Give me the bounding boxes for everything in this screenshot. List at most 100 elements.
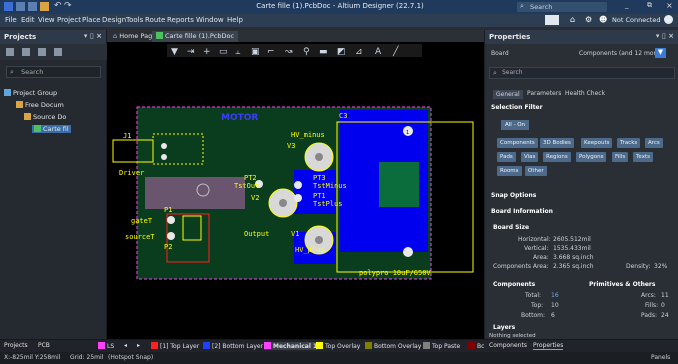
- density-label: Density:: [626, 263, 651, 270]
- filter-fills[interactable]: Fills: [612, 152, 629, 162]
- screen-icon[interactable]: [545, 15, 559, 25]
- save-all-icon[interactable]: [28, 2, 37, 11]
- menu-project[interactable]: Project: [57, 16, 81, 24]
- panel-tab-components[interactable]: Components: [489, 342, 527, 349]
- panel-menu-icon[interactable]: ▾ ▯ ×: [656, 32, 674, 40]
- line-icon[interactable]: ╱: [392, 45, 399, 57]
- panel-tab-pcb[interactable]: PCB: [38, 342, 50, 349]
- layer-scroll-left-icon[interactable]: ◂: [124, 342, 127, 349]
- undo-icon[interactable]: ↶: [54, 1, 62, 11]
- gear-icon[interactable]: ⚙: [585, 15, 592, 24]
- projects-search-input[interactable]: ⌕ Search: [6, 66, 101, 78]
- filter-keepouts[interactable]: Keepouts: [581, 138, 613, 148]
- filter-vias[interactable]: Vias: [521, 152, 539, 162]
- tab-general[interactable]: General: [493, 90, 523, 99]
- layer-bar: Projects PCB LS ◂ ▸ [1] Top Layer [2] Bo…: [0, 339, 678, 352]
- filter-pads[interactable]: Pads: [497, 152, 516, 162]
- layer-scroll-right-icon[interactable]: ▸: [137, 342, 140, 349]
- properties-search-input[interactable]: ⌕ Search: [489, 67, 675, 79]
- select-icon[interactable]: ▭: [219, 47, 228, 57]
- dimension-icon[interactable]: ⊿: [355, 47, 363, 57]
- user-icon[interactable]: ☻: [599, 15, 607, 24]
- layer-tab-bottom-layer[interactable]: [2] Bottom Layer: [203, 342, 263, 350]
- route-icon[interactable]: ⇥: [187, 47, 195, 57]
- help-icon[interactable]: [664, 15, 673, 24]
- filter-icon[interactable]: ▼: [655, 48, 666, 58]
- align-icon[interactable]: ⫠: [235, 47, 241, 57]
- pcb-canvas[interactable]: ▼ ⇥ + ▭ ⫠ ▣ ⌐ ↝ ⚲ ▬ ◩ ⊿ A ╱ J1 Driver C3…: [107, 42, 484, 339]
- tab-home-page-label: Home Page: [119, 32, 157, 40]
- snap-options-header[interactable]: Snap Options: [491, 192, 536, 199]
- v3-pad: [315, 153, 323, 161]
- layer-tab-top-paste[interactable]: Top Paste: [423, 342, 460, 350]
- minimize-icon[interactable]: _: [625, 1, 629, 9]
- keepout-region: [145, 177, 245, 209]
- menu-help[interactable]: Help: [227, 16, 243, 24]
- filter-other[interactable]: Other: [525, 166, 547, 176]
- tree-item-project-group[interactable]: Project Group: [4, 89, 57, 97]
- string-icon[interactable]: A: [375, 47, 382, 57]
- tab-pcbdoc[interactable]: Carte fille (1).PcbDoc: [152, 31, 239, 42]
- close-icon[interactable]: ×: [666, 1, 673, 10]
- component-icon[interactable]: ▣: [251, 47, 260, 57]
- fill-icon[interactable]: ▬: [319, 47, 328, 57]
- panels-button[interactable]: Panels: [651, 354, 670, 361]
- diff-pair-icon[interactable]: ↝: [284, 47, 293, 57]
- tab-health-check[interactable]: Health Check: [565, 90, 605, 97]
- tree-item-source-documents[interactable]: Source Do: [24, 113, 66, 121]
- project-options-icon[interactable]: [22, 48, 30, 56]
- layer-set-button[interactable]: LS: [98, 342, 114, 350]
- menu-design[interactable]: Design: [102, 16, 126, 24]
- cross-probe-icon[interactable]: +: [203, 47, 211, 57]
- tab-parameters[interactable]: Parameters: [527, 90, 561, 97]
- filter-polygons[interactable]: Polygons: [576, 152, 607, 162]
- home-icon[interactable]: ⌂: [570, 15, 575, 24]
- snap-readout: (Hotspot Snap): [108, 354, 154, 361]
- global-search-input[interactable]: ⌕ Search: [517, 2, 607, 12]
- menu-reports[interactable]: Reports: [167, 16, 194, 24]
- panel-menu-icon[interactable]: ▾ ▯ ×: [84, 32, 102, 40]
- compile-icon[interactable]: [54, 48, 62, 56]
- filter-rooms[interactable]: Rooms: [497, 166, 522, 176]
- maximize-icon[interactable]: ⧉: [647, 1, 652, 10]
- panel-tab-properties[interactable]: Properties: [533, 342, 564, 350]
- menu-window[interactable]: Window: [196, 16, 224, 24]
- save-icon[interactable]: [16, 2, 25, 11]
- layer-tab-top-overlay[interactable]: Top Overlay: [316, 342, 360, 350]
- interactive-route-icon[interactable]: ⌐: [267, 47, 275, 57]
- menu-edit[interactable]: Edit: [21, 16, 35, 24]
- filter-arcs[interactable]: Arcs: [645, 138, 663, 148]
- layer-tab-bottom-truncated[interactable]: Bc: [468, 342, 484, 350]
- tree-label-carte-fille: Carte fil: [43, 125, 69, 133]
- refresh-icon[interactable]: [38, 48, 46, 56]
- total-value[interactable]: 16: [551, 292, 559, 299]
- filter-tracks[interactable]: Tracks: [617, 138, 641, 148]
- filter-regions[interactable]: Regions: [543, 152, 571, 162]
- pcb-drawing[interactable]: ▼ ⇥ + ▭ ⫠ ▣ ⌐ ↝ ⚲ ▬ ◩ ⊿ A ╱ J1 Driver C3…: [107, 42, 484, 339]
- menu-file[interactable]: File: [5, 16, 17, 24]
- redo-icon[interactable]: ↷: [64, 1, 72, 11]
- layer-tab-bottom-overlay[interactable]: Bottom Overlay: [365, 342, 421, 350]
- filter-texts[interactable]: Texts: [633, 152, 653, 162]
- components-filter-label[interactable]: Components (and 12 more): [579, 50, 662, 57]
- all-on-button[interactable]: All - On: [501, 120, 530, 130]
- selection-filter-header[interactable]: Selection Filter: [491, 104, 543, 111]
- filter-3d-bodies[interactable]: 3D Bodies: [540, 138, 574, 148]
- menu-place[interactable]: Place: [82, 16, 101, 24]
- menu-route[interactable]: Route: [145, 16, 165, 24]
- layer-tab-top-layer[interactable]: [1] Top Layer: [151, 342, 199, 350]
- menu-tools[interactable]: Tools: [126, 16, 143, 24]
- tree-item-free-documents[interactable]: Free Docum: [16, 101, 64, 109]
- tree-item-carte-fille[interactable]: Carte fil: [32, 125, 71, 133]
- filter-icon[interactable]: ▼: [171, 47, 178, 57]
- menu-view[interactable]: View: [38, 16, 55, 24]
- panel-tab-projects[interactable]: Projects: [4, 342, 28, 349]
- connection-status[interactable]: Not Connected: [612, 16, 660, 24]
- filter-components[interactable]: Components: [497, 138, 538, 148]
- layer-tab-mechanical-1[interactable]: Mechanical 1: [264, 342, 318, 350]
- open-folder-icon[interactable]: [40, 2, 49, 11]
- polygon-icon[interactable]: ◩: [337, 47, 346, 57]
- open-project-icon[interactable]: [6, 48, 14, 56]
- board-information-header[interactable]: Board Information: [491, 208, 553, 215]
- via-icon[interactable]: ⚲: [303, 47, 310, 57]
